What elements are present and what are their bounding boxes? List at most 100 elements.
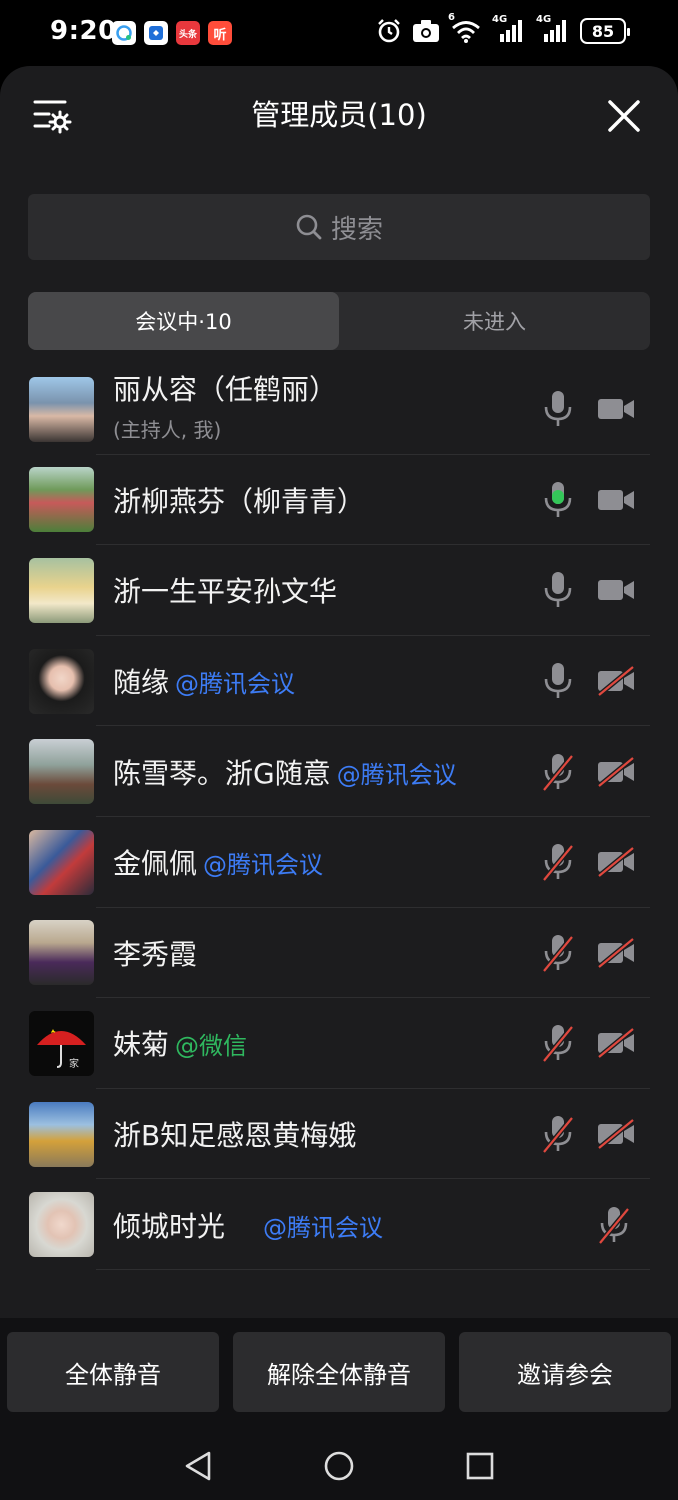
member-tabs: 会议中·10 未进入: [28, 292, 650, 350]
org-tag: @微信: [175, 1032, 248, 1061]
video-camera-icon[interactable]: [597, 394, 635, 424]
avatar: [29, 376, 94, 442]
member-name-text: 李秀霞: [113, 937, 198, 971]
video-camera-off-icon[interactable]: [597, 1028, 635, 1059]
battery-indicator: 85: [580, 18, 630, 44]
microphone-off-icon[interactable]: [541, 752, 575, 792]
signal-bars-icon: [500, 20, 522, 42]
microphone-off-icon[interactable]: [541, 1114, 575, 1154]
video-camera-icon[interactable]: [597, 485, 635, 515]
member-name-text: 金佩佩: [113, 847, 198, 881]
member-name: 浙一生平安孙文华: [113, 570, 337, 610]
system-nav-bar: [0, 1430, 678, 1500]
avatar: [29, 467, 94, 533]
status-app-icons: 头条 听: [112, 21, 232, 45]
search-icon: [296, 214, 322, 240]
member-name: 随缘 @腾讯会议: [113, 661, 295, 701]
avatar: [29, 648, 94, 714]
tab-in-meeting[interactable]: 会议中·10: [28, 292, 339, 350]
microphone-off-icon[interactable]: [541, 842, 575, 882]
video-camera-icon[interactable]: [597, 575, 635, 605]
avatar: [29, 1192, 94, 1258]
member-role: (主持人, 我): [113, 418, 222, 442]
chat-bubble-app-icon: [112, 21, 136, 45]
video-camera-off-icon[interactable]: [597, 1119, 635, 1150]
member-name-text: 浙柳燕芬（柳青青）: [113, 484, 366, 518]
manage-members-sheet: 管理成员(10) 搜索 会议中·10 未进入 丽从容（任鹤丽） (主持人, 我)…: [0, 66, 678, 1500]
list-item[interactable]: 浙B知足感恩黄梅娥: [0, 1089, 678, 1180]
microphone-icon[interactable]: [541, 570, 575, 610]
member-name-text: 浙一生平安孙文华: [113, 575, 338, 609]
list-item[interactable]: 陈雪琴。浙G随意 @腾讯会议: [0, 726, 678, 817]
video-camera-off-icon[interactable]: [597, 756, 635, 787]
avatar: [29, 557, 94, 623]
list-item[interactable]: 浙一生平安孙文华: [0, 545, 678, 636]
member-name: 浙B知足感恩黄梅娥: [113, 1114, 356, 1154]
avatar: [29, 739, 94, 805]
listen-app-icon: 听: [208, 21, 232, 45]
microphone-icon[interactable]: [541, 661, 575, 701]
member-name: 倾城时光 @腾讯会议: [113, 1205, 383, 1245]
toutiao-app-icon: 头条: [176, 21, 200, 45]
microphone-off-icon[interactable]: [541, 933, 575, 973]
tab-not-joined[interactable]: 未进入: [339, 292, 650, 350]
list-item[interactable]: 浙柳燕芬（柳青青）: [0, 455, 678, 546]
video-camera-off-icon[interactable]: [597, 847, 635, 878]
camera-icon: [413, 20, 439, 42]
member-name-text: 妹菊: [113, 1028, 170, 1062]
alarm-icon: [378, 19, 400, 43]
video-camera-off-icon[interactable]: [597, 937, 635, 968]
page-title: 管理成员(10): [251, 98, 427, 132]
microphone-icon[interactable]: [541, 389, 575, 429]
back-icon[interactable]: [183, 1450, 213, 1482]
list-item[interactable]: 倾城时光 @腾讯会议: [0, 1179, 678, 1270]
member-name: 李秀霞: [113, 933, 197, 973]
invite-button[interactable]: 邀请参会: [459, 1332, 671, 1412]
org-tag: @腾讯会议: [175, 670, 296, 699]
member-name: 浙柳燕芬（柳青青）: [113, 480, 365, 520]
signal-2: 4G: [536, 14, 570, 44]
member-name: 丽从容（任鹤丽）: [113, 368, 337, 408]
close-button[interactable]: [604, 96, 644, 136]
org-tag: @腾讯会议: [336, 760, 457, 789]
status-time: 9:20: [50, 16, 117, 46]
status-bar: 9:20 头条 听 6 4G 4G 85: [0, 0, 678, 66]
list-item[interactable]: 李秀霞: [0, 908, 678, 999]
org-tag: @腾讯会议: [203, 851, 324, 880]
member-name: 陈雪琴。浙G随意 @腾讯会议: [113, 752, 457, 792]
member-name: 金佩佩 @腾讯会议: [113, 842, 323, 882]
sheet-header: 管理成员(10): [0, 66, 678, 162]
member-name-text: 丽从容（任鹤丽）: [113, 373, 338, 406]
list-item[interactable]: 金佩佩 @腾讯会议: [0, 817, 678, 908]
member-list: 丽从容（任鹤丽） (主持人, 我) 浙柳燕芬（柳青青） 浙一生平安孙文华 随缘 @…: [0, 364, 678, 1270]
microphone-off-icon[interactable]: [541, 1023, 575, 1064]
org-tag: @腾讯会议: [263, 1213, 384, 1242]
mute-all-button[interactable]: 全体静音: [7, 1332, 219, 1412]
search-placeholder: 搜索: [330, 214, 383, 245]
svg-text:家: 家: [69, 1057, 79, 1070]
avatar: 家: [29, 1010, 94, 1076]
wifi-badge: 6: [448, 12, 455, 23]
footer-actions: 全体静音 解除全体静音 邀请参会: [0, 1318, 678, 1500]
avatar: [29, 1101, 94, 1167]
video-camera-off-icon[interactable]: [597, 666, 635, 697]
avatar: [29, 829, 94, 895]
search-input[interactable]: 搜索: [28, 194, 650, 260]
signal-bars-icon: [544, 20, 566, 42]
status-right: 6 4G 4G 85: [376, 12, 630, 44]
list-item[interactable]: 随缘 @腾讯会议: [0, 636, 678, 727]
microphone-off-icon[interactable]: [597, 1205, 631, 1245]
member-name-text: 陈雪琴。浙G随意: [113, 756, 331, 790]
member-name: 妹菊 @微信: [113, 1023, 247, 1063]
member-name-text: 倾城时光: [113, 1209, 226, 1243]
recents-icon[interactable]: [465, 1451, 495, 1481]
unmute-all-button[interactable]: 解除全体静音: [233, 1332, 445, 1412]
member-name-text: 浙B知足感恩黄梅娥: [113, 1119, 357, 1153]
home-icon[interactable]: [323, 1450, 355, 1482]
list-item[interactable]: 家 妹菊 @微信: [0, 998, 678, 1089]
member-name-text: 随缘: [113, 666, 170, 700]
bank-app-icon: [144, 21, 168, 45]
list-item[interactable]: 丽从容（任鹤丽） (主持人, 我): [0, 364, 678, 455]
microphone-speaking-icon[interactable]: [541, 480, 575, 520]
close-icon: [608, 100, 640, 132]
